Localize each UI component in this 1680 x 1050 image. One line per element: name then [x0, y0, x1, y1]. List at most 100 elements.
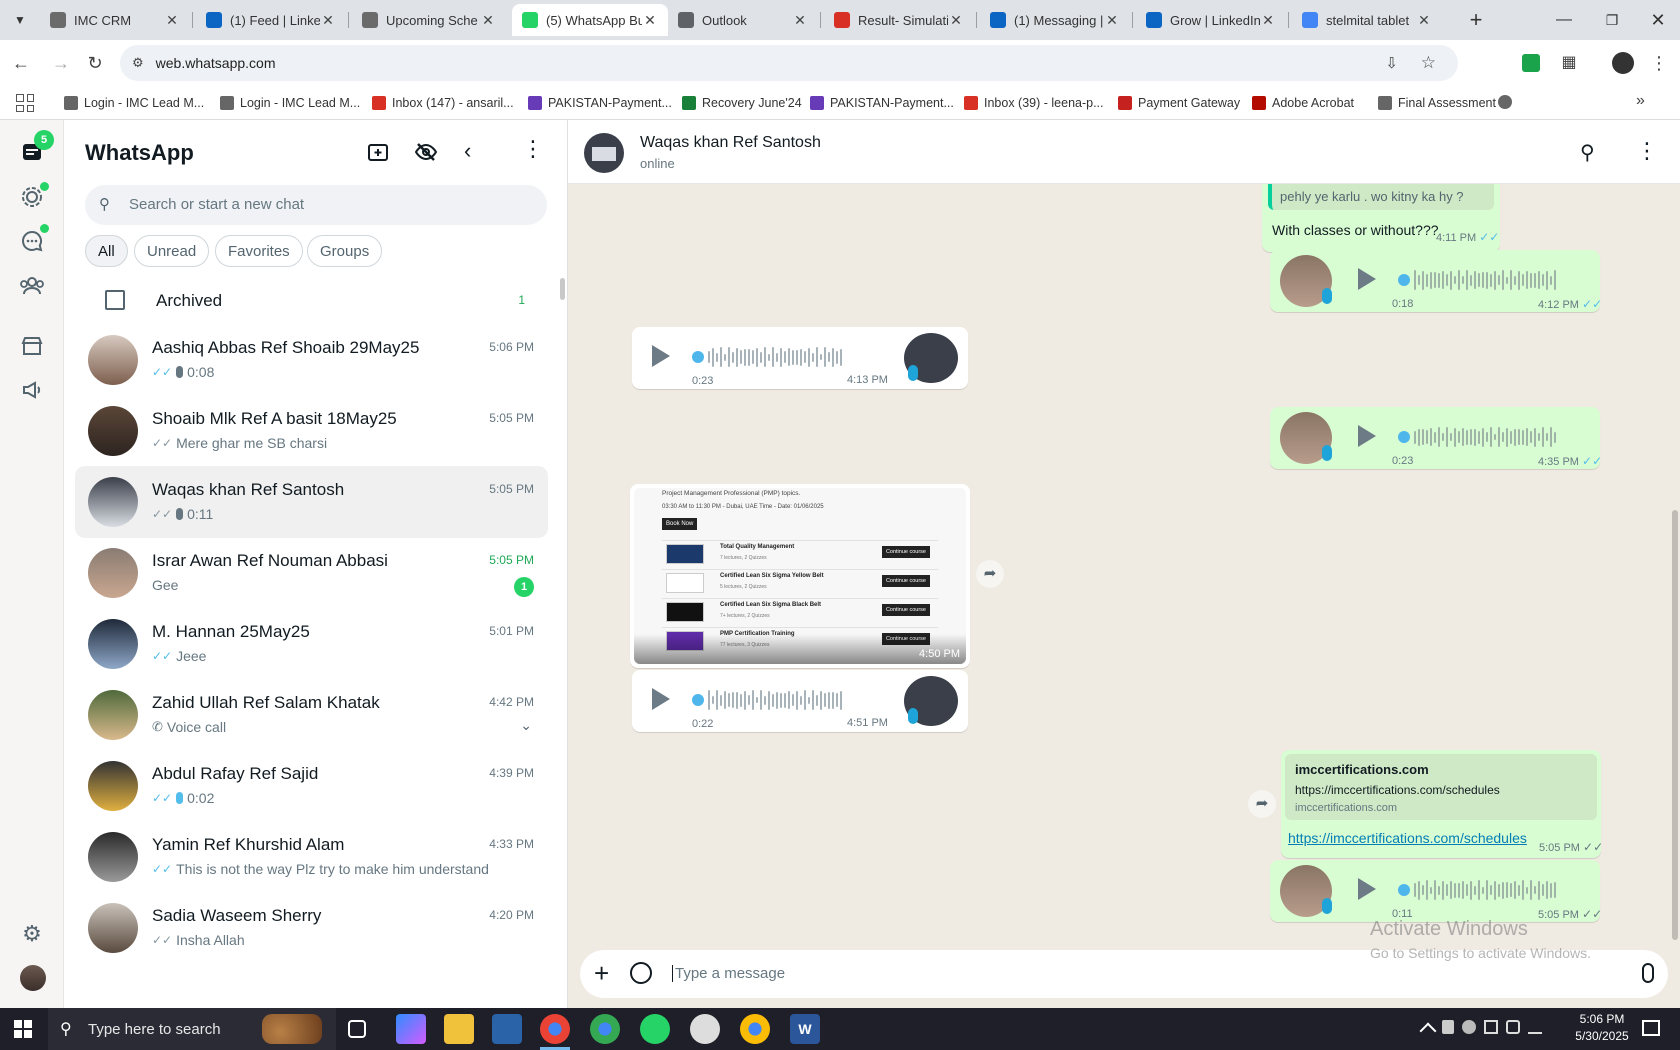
avatar[interactable] [88, 690, 138, 740]
search-box[interactable]: ⚲ Search or start a new chat [85, 185, 547, 225]
communities-icon[interactable] [16, 270, 48, 302]
more-bookmarks-icon[interactable]: » [1636, 92, 1645, 110]
system-tray-icons[interactable] [1419, 1020, 1562, 1040]
avatar[interactable] [88, 832, 138, 882]
playhead-dot[interactable] [1398, 884, 1410, 896]
tab-close-icon[interactable]: ✕ [792, 12, 808, 29]
playhead-dot[interactable] [692, 694, 704, 706]
waveform[interactable] [1398, 879, 1556, 901]
settings-icon[interactable]: ⚙ [16, 918, 48, 950]
contact-name[interactable]: Waqas khan Ref Santosh [640, 134, 821, 152]
avatar[interactable] [88, 903, 138, 953]
voice-message-out[interactable]: 0:23 4:35 PM ✓✓ [1270, 407, 1602, 469]
taskbar-search-box[interactable]: ⚲ Type here to search [48, 1008, 336, 1050]
emoji-icon[interactable] [630, 962, 652, 984]
play-icon[interactable] [652, 688, 670, 710]
tab-close-icon[interactable]: ✕ [948, 12, 964, 29]
chat-list-item[interactable]: Sadia Waseem Sherry 4:20 PM ✓✓ Insha Allah [75, 892, 548, 964]
message-link[interactable]: https://imccertifications.com/schedules [1288, 830, 1527, 846]
tab-close-icon[interactable]: ✕ [164, 12, 180, 29]
filter-pill-favorites[interactable]: Favorites [215, 235, 303, 267]
collapse-chevron-left-icon[interactable]: ‹ [464, 138, 471, 164]
profile-avatar[interactable] [1612, 52, 1634, 74]
forward-button[interactable]: → [46, 48, 76, 78]
attach-plus-icon[interactable]: + [594, 958, 609, 989]
tab-close-icon[interactable]: ✕ [320, 12, 336, 29]
play-icon[interactable] [1358, 878, 1376, 900]
bookmark-item[interactable]: Login - IMC Lead M... [220, 93, 360, 113]
waveform[interactable] [1398, 426, 1556, 448]
chat-list-item[interactable]: M. Hannan 25May25 5:01 PM ✓✓ Jeee [75, 608, 548, 680]
avatar[interactable] [88, 761, 138, 811]
avatar[interactable] [88, 406, 138, 456]
browser-tab[interactable]: Upcoming Sche ✕ [352, 4, 506, 36]
notifications-icon[interactable] [1642, 1020, 1660, 1036]
avatar[interactable] [88, 548, 138, 598]
restore-button[interactable]: ❐ [1600, 8, 1624, 32]
app2-icon[interactable] [690, 1014, 720, 1044]
play-icon[interactable] [652, 345, 670, 367]
bookmark-extra-icon[interactable] [1498, 95, 1512, 109]
address-bar[interactable]: ⚙ web.whatsapp.com ⇩ ☆ [120, 45, 1458, 81]
bookmark-item[interactable]: Payment Gateway [1118, 93, 1240, 113]
browser-tab[interactable]: (1) Feed | Linkedi✕ [196, 4, 346, 36]
conversation-scrollbar[interactable] [1672, 510, 1678, 940]
tab-search-button[interactable]: ▼ [8, 8, 32, 32]
bookmark-item[interactable]: Final Assessment [1378, 93, 1496, 113]
browser-menu-icon[interactable]: ⋮ [1650, 52, 1668, 74]
extensions-puzzle-icon[interactable]: ▦ [1558, 52, 1580, 74]
quoted-message[interactable]: pehly ye karlu . wo kitny ka hy ? [1268, 184, 1494, 210]
chat-list-item[interactable]: Waqas khan Ref Santosh 5:05 PM ✓✓ 0:11 [75, 466, 548, 538]
word-icon[interactable]: W [790, 1014, 820, 1044]
chat-list-item[interactable]: Aashiq Abbas Ref Shoaib 29May25 5:06 PM ✓✓… [75, 324, 548, 396]
browser-tab[interactable]: (5) WhatsApp Bu ✕ [512, 4, 668, 36]
play-icon[interactable] [1358, 425, 1376, 447]
image-screenshot[interactable]: Project Management Professional (PMP) to… [634, 488, 966, 664]
install-app-icon[interactable]: ⇩ [1385, 54, 1398, 72]
bookmark-item[interactable]: Adobe Acrobat [1252, 93, 1354, 113]
waveform[interactable] [692, 346, 842, 368]
whatsapp-taskbar-icon[interactable] [640, 1014, 670, 1044]
new-tab-button[interactable]: + [1462, 6, 1490, 34]
chat-list-scrollbar[interactable] [560, 278, 565, 300]
voice-message-in[interactable]: 0:22 4:51 PM [632, 670, 968, 732]
reload-button[interactable]: ↻ [80, 48, 110, 78]
browser-tab[interactable]: (1) Messaging | ✕ [980, 4, 1130, 36]
mic-record-icon[interactable] [1642, 963, 1654, 983]
chat-search-icon[interactable]: ⚲ [1580, 140, 1595, 165]
bookmark-item[interactable]: Inbox (39) - leena-p... [964, 93, 1104, 113]
bookmark-item[interactable]: Recovery June'24 [682, 93, 802, 113]
app-icon[interactable] [492, 1014, 522, 1044]
chat-list-item[interactable]: Abdul Rafay Ref Sajid 4:39 PM ✓✓ 0:02 [75, 750, 548, 822]
chrome2-icon[interactable] [740, 1014, 770, 1044]
bookmark-item[interactable]: PAKISTAN-Payment... [528, 93, 672, 113]
bookmark-star-icon[interactable]: ☆ [1421, 53, 1436, 73]
voice-message-out[interactable]: 0:18 4:12 PM ✓✓ [1270, 250, 1602, 312]
tab-close-icon[interactable]: ✕ [1416, 12, 1432, 29]
avatar[interactable] [88, 477, 138, 527]
my-profile-avatar[interactable] [20, 965, 46, 991]
forward-icon[interactable]: ➦ [1248, 790, 1276, 818]
voice-message-in[interactable]: 0:23 4:13 PM [632, 327, 968, 389]
minimize-button[interactable]: — [1552, 8, 1576, 32]
windows-start-icon[interactable] [14, 1020, 32, 1038]
browser-tab[interactable]: Grow | LinkedIn ✕ [1136, 4, 1286, 36]
tab-close-icon[interactable]: ✕ [480, 12, 496, 29]
back-button[interactable]: ← [6, 48, 36, 78]
task-view-icon[interactable] [348, 1020, 366, 1038]
playhead-dot[interactable] [1398, 431, 1410, 443]
privacy-eye-slash-icon[interactable] [414, 140, 438, 164]
bookmark-item[interactable]: Inbox (147) - ansaril... [372, 93, 514, 113]
playhead-dot[interactable] [692, 351, 704, 363]
playhead-dot[interactable] [1398, 274, 1410, 286]
chat-menu-icon[interactable]: ⋮ [1636, 138, 1658, 164]
waveform[interactable] [1398, 269, 1556, 291]
tab-close-icon[interactable]: ✕ [642, 12, 658, 29]
chevron-down-icon[interactable]: ⌄ [520, 717, 532, 734]
copilot-icon[interactable] [396, 1014, 426, 1044]
archived-row[interactable]: Archived 1 [75, 278, 548, 324]
chat-list-item[interactable]: Shoaib Mlk Ref A basit 18May25 5:05 PM ✓✓ M… [75, 395, 548, 467]
business-tools-icon[interactable] [16, 330, 48, 362]
filter-pill-all[interactable]: All [85, 235, 128, 267]
advertise-icon[interactable] [16, 374, 48, 406]
